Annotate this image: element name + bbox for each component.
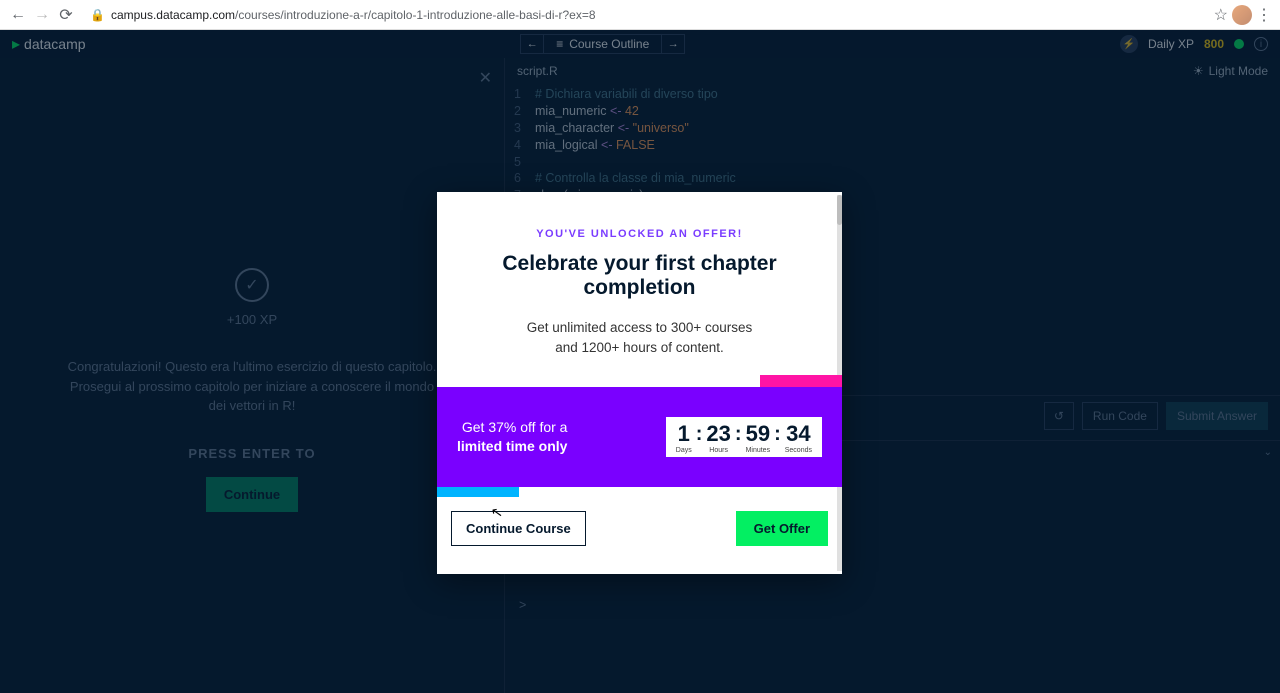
lock-icon: 🔒 bbox=[90, 8, 105, 22]
bookmark-icon[interactable]: ☆ bbox=[1214, 5, 1228, 25]
url-host: campus.datacamp.com bbox=[111, 8, 235, 22]
timer-seconds: 34 bbox=[785, 423, 812, 445]
menu-icon[interactable]: ⋮ bbox=[1256, 5, 1272, 25]
browser-toolbar: ← → ⟳ 🔒 campus.datacamp.com/courses/intr… bbox=[0, 0, 1280, 30]
modal-subtitle: Get unlimited access to 300+ courses and… bbox=[457, 318, 822, 357]
avatar[interactable] bbox=[1232, 5, 1252, 25]
promo-banner: Get 37% off for a limited time only 1Day… bbox=[437, 387, 842, 487]
modal-actions: Continue Course Get Offer bbox=[437, 487, 842, 574]
back-button[interactable]: ← bbox=[8, 5, 28, 25]
reload-button[interactable]: ⟳ bbox=[56, 5, 76, 25]
pink-accent bbox=[760, 375, 842, 387]
forward-button[interactable]: → bbox=[32, 5, 52, 25]
modal-title: Celebrate your first chapter completion bbox=[457, 252, 822, 300]
countdown-timer: 1Days : 23Hours : 59Minutes : 34Seconds bbox=[666, 417, 822, 457]
timer-days: 1 bbox=[676, 423, 692, 445]
cyan-accent bbox=[437, 487, 519, 497]
promo-text: Get 37% off for a limited time only bbox=[457, 418, 567, 456]
unlock-label: YOU'VE UNLOCKED AN OFFER! bbox=[457, 228, 822, 240]
timer-hours: 23 bbox=[706, 423, 730, 445]
address-bar[interactable]: 🔒 campus.datacamp.com/courses/introduzio… bbox=[80, 8, 1210, 22]
timer-minutes: 59 bbox=[746, 423, 771, 445]
get-offer-button[interactable]: Get Offer bbox=[736, 511, 828, 546]
url-path: /courses/introduzione-a-r/capitolo-1-int… bbox=[235, 8, 596, 22]
continue-course-button[interactable]: Continue Course bbox=[451, 511, 586, 546]
